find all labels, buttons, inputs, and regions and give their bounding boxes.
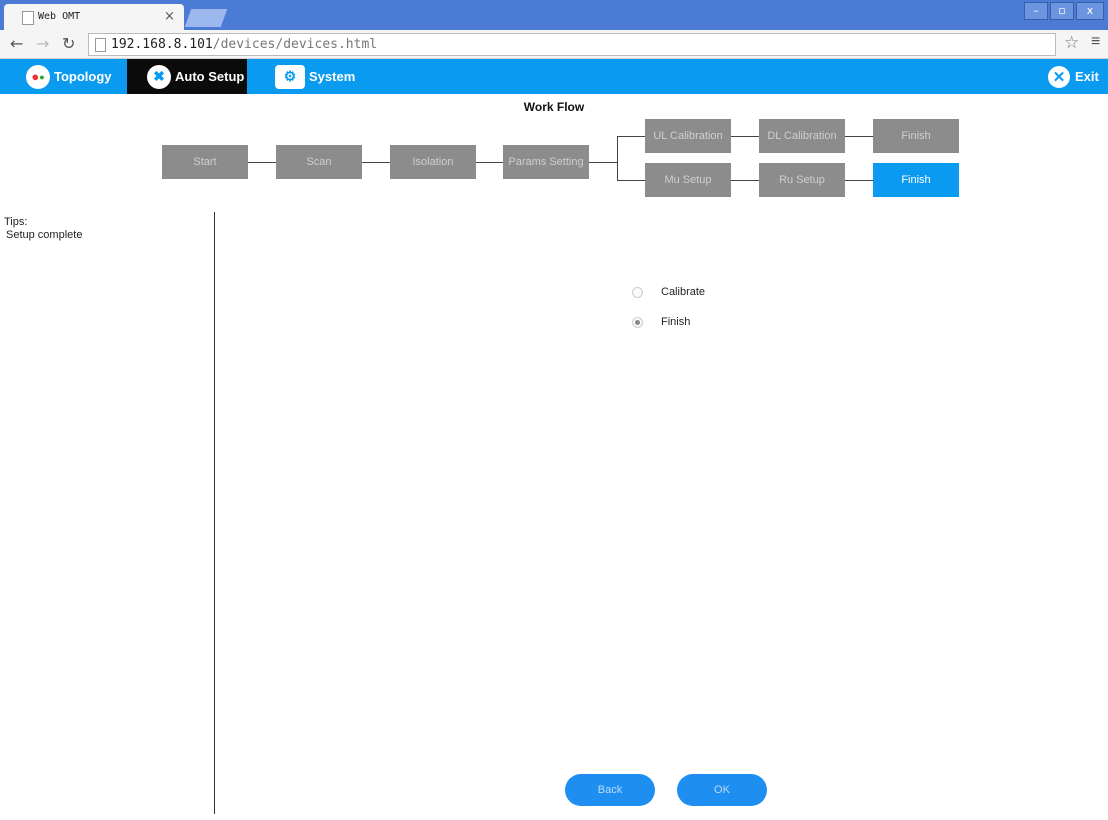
workflow-connector [589, 162, 617, 163]
step-scan: Scan [276, 145, 362, 179]
step-dl-calibration: DL Calibration [759, 119, 845, 153]
step-ru-setup: Ru Setup [759, 163, 845, 197]
step-start: Start [162, 145, 248, 179]
step-finish-active: Finish [873, 163, 959, 197]
workflow-connector [248, 162, 276, 163]
workflow-title: Work Flow [523, 100, 585, 114]
ok-button[interactable]: OK [677, 774, 767, 806]
workflow-connector [617, 180, 645, 181]
browser-toolbar: ← → ↻ 192.168.8.101/devices/devices.html… [0, 30, 1108, 59]
nav-topology[interactable]: ● ● Topology [26, 59, 112, 94]
new-tab-button[interactable] [184, 9, 228, 27]
step-mu-setup: Mu Setup [645, 163, 731, 197]
address-url: 192.168.8.101/devices/devices.html [111, 37, 377, 52]
option-calibrate[interactable]: Calibrate [632, 286, 705, 298]
tips-panel: Tips: Setup complete [4, 216, 82, 242]
browser-tab[interactable]: Web OMT × [4, 4, 184, 30]
step-finish-top: Finish [873, 119, 959, 153]
workflow-connector [617, 136, 645, 137]
workflow-connector [731, 180, 759, 181]
window-controls: – ▫ x [1024, 2, 1104, 20]
bookmark-star-icon[interactable]: ☆ [1064, 33, 1079, 53]
panel-divider [214, 212, 215, 814]
minimize-button[interactable]: – [1024, 2, 1048, 20]
radio-calibrate[interactable] [632, 286, 643, 298]
close-window-button[interactable]: x [1076, 2, 1104, 20]
workflow-connector [362, 162, 390, 163]
nav-system[interactable]: ⚙ System [275, 59, 355, 94]
back-arrow-icon[interactable]: ← [10, 34, 23, 53]
tips-label: Tips: [4, 216, 28, 228]
workflow-connector [845, 180, 873, 181]
workflow-connector [731, 136, 759, 137]
nav-system-label: System [309, 69, 356, 84]
restore-button[interactable]: ▫ [1050, 2, 1074, 20]
option-finish[interactable]: Finish [632, 316, 690, 328]
nav-auto-setup-label: Auto Setup [175, 69, 245, 84]
forward-arrow-icon[interactable]: → [36, 34, 49, 53]
app-navbar: ● ● Topology ✖ Auto Setup ⚙ System ✕ Exit [0, 59, 1108, 94]
close-circle-icon: ✕ [1048, 65, 1070, 88]
radio-finish[interactable] [632, 316, 643, 328]
step-isolation: Isolation [390, 145, 476, 179]
step-params-setting: Params Setting [503, 145, 589, 179]
close-tab-icon[interactable]: × [164, 9, 175, 24]
reload-icon[interactable]: ↻ [62, 34, 75, 53]
gears-icon: ⚙ [275, 64, 305, 89]
workflow-connector [476, 162, 503, 163]
step-ul-calibration: UL Calibration [645, 119, 731, 153]
page-icon [22, 11, 34, 25]
tools-icon: ✖ [147, 64, 171, 89]
browser-tabstrip: Web OMT × – ▫ x [0, 0, 1108, 30]
nav-auto-setup[interactable]: ✖ Auto Setup [127, 59, 247, 94]
topology-icon: ● ● [26, 64, 50, 89]
exit-button[interactable]: ✕ Exit [1048, 59, 1099, 94]
url-path: /devices/devices.html [212, 37, 378, 52]
exit-label: Exit [1075, 69, 1099, 84]
tab-title: Web OMT [38, 11, 81, 22]
option-calibrate-label: Calibrate [661, 286, 706, 298]
address-bar[interactable]: 192.168.8.101/devices/devices.html [88, 33, 1056, 56]
page-icon [95, 38, 106, 52]
nav-topology-label: Topology [54, 69, 112, 84]
menu-icon[interactable]: ≡ [1091, 33, 1100, 51]
back-button[interactable]: Back [565, 774, 655, 806]
url-host: 192.168.8.101 [111, 37, 213, 52]
tips-text: Setup complete [6, 229, 83, 241]
option-finish-label: Finish [661, 316, 691, 328]
workflow-connector [845, 136, 873, 137]
workflow-connector [617, 136, 618, 180]
